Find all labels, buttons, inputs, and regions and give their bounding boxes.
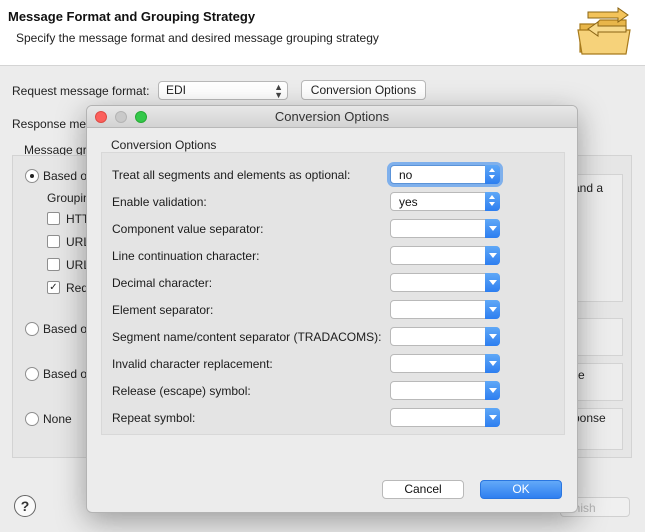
checkmark-icon: ✓ — [49, 282, 58, 293]
grouping-radio-1-label: Based o — [43, 169, 88, 183]
checkbox-4[interactable]: ✓ — [47, 281, 60, 294]
row-label-invalid-char: Invalid character replacement: — [112, 357, 273, 371]
component-separator-combo[interactable] — [390, 219, 500, 238]
updown-arrows-icon: ▲ ▼ — [274, 82, 283, 100]
line-continuation-combo[interactable] — [390, 246, 500, 265]
row-label-component-separator: Component value separator: — [112, 222, 264, 236]
row-label-line-continuation: Line continuation character: — [112, 249, 260, 263]
row-label-repeat-symbol: Repeat symbol: — [112, 411, 196, 425]
row-label-release-symbol: Release (escape) symbol: — [112, 384, 251, 398]
chevron-down-icon[interactable] — [485, 408, 500, 427]
checkbox-2[interactable] — [47, 235, 60, 248]
folder-exchange-icon — [577, 7, 631, 55]
chevron-down-icon[interactable] — [485, 219, 500, 238]
optional-value: no — [399, 168, 413, 182]
conversion-options-button[interactable]: Conversion Options — [301, 80, 426, 100]
row-label-element-separator: Element separator: — [112, 303, 214, 317]
checkbox-3[interactable] — [47, 258, 60, 271]
segment-separator-combo[interactable] — [390, 327, 500, 346]
validation-select[interactable]: yes — [390, 192, 500, 211]
grouping-radio-2[interactable] — [25, 322, 39, 336]
row-label-optional: Treat all segments and elements as optio… — [112, 168, 351, 182]
chevron-down-icon[interactable] — [485, 434, 500, 435]
grouping-radio-3-label: Based o — [43, 367, 88, 381]
chevron-down-icon[interactable] — [485, 246, 500, 265]
optional-select[interactable]: no — [390, 165, 500, 184]
minimize-window-icon — [115, 111, 127, 123]
zoom-window-icon[interactable] — [135, 111, 147, 123]
request-format-label: Request message format: — [12, 84, 150, 98]
side-fragment-2: e — [578, 368, 585, 382]
checkbox-4-label: Req — [66, 281, 89, 295]
grouping-radio-4-label: None — [43, 412, 72, 426]
repeat-symbol-combo[interactable] — [390, 408, 500, 427]
decimal-combo[interactable] — [390, 273, 500, 292]
wizard-banner: Message Format and Grouping Strategy Spe… — [0, 0, 645, 66]
chevron-down-icon[interactable] — [485, 354, 500, 373]
grouping-radio-2-label: Based o — [43, 322, 88, 336]
chevron-down-icon[interactable] — [485, 327, 500, 346]
next-option-combo-partial[interactable] — [390, 434, 500, 435]
grouping-radio-3[interactable] — [25, 367, 39, 381]
updown-arrows-icon — [485, 165, 500, 184]
release-symbol-combo[interactable] — [390, 381, 500, 400]
row-label-validation: Enable validation: — [112, 195, 207, 209]
grouping-sub-label: Groupin — [47, 191, 90, 205]
invalid-char-combo[interactable] — [390, 354, 500, 373]
request-format-value: EDI — [166, 83, 187, 97]
request-format-select[interactable]: EDI ▲ ▼ — [158, 81, 288, 100]
chevron-down-icon[interactable] — [485, 300, 500, 319]
grouping-radio-4[interactable] — [25, 412, 39, 426]
ok-button[interactable]: OK — [480, 480, 562, 499]
cancel-button[interactable]: Cancel — [382, 480, 464, 499]
dialog-titlebar: Conversion Options — [87, 106, 577, 128]
validation-value: yes — [399, 195, 418, 209]
checkbox-1[interactable] — [47, 212, 60, 225]
conversion-options-dialog: Conversion Options Conversion Options Tr… — [86, 105, 578, 513]
options-panel: Treat all segments and elements as optio… — [101, 152, 565, 435]
chevron-down-icon[interactable] — [485, 381, 500, 400]
close-window-icon[interactable] — [95, 111, 107, 123]
chevron-down-icon[interactable] — [485, 273, 500, 292]
help-button[interactable]: ? — [14, 495, 36, 517]
row-label-segment-separator: Segment name/content separator (TRADACOM… — [112, 330, 382, 344]
response-format-label: Response mes — [12, 117, 93, 131]
grouping-radio-1[interactable] — [25, 169, 39, 183]
page-title: Message Format and Grouping Strategy — [8, 9, 256, 24]
page-description: Specify the message format and desired m… — [16, 31, 379, 45]
row-label-decimal: Decimal character: — [112, 276, 213, 290]
element-separator-combo[interactable] — [390, 300, 500, 319]
dialog-title: Conversion Options — [274, 109, 390, 124]
updown-arrows-icon — [485, 192, 500, 211]
options-section-label: Conversion Options — [111, 138, 217, 152]
